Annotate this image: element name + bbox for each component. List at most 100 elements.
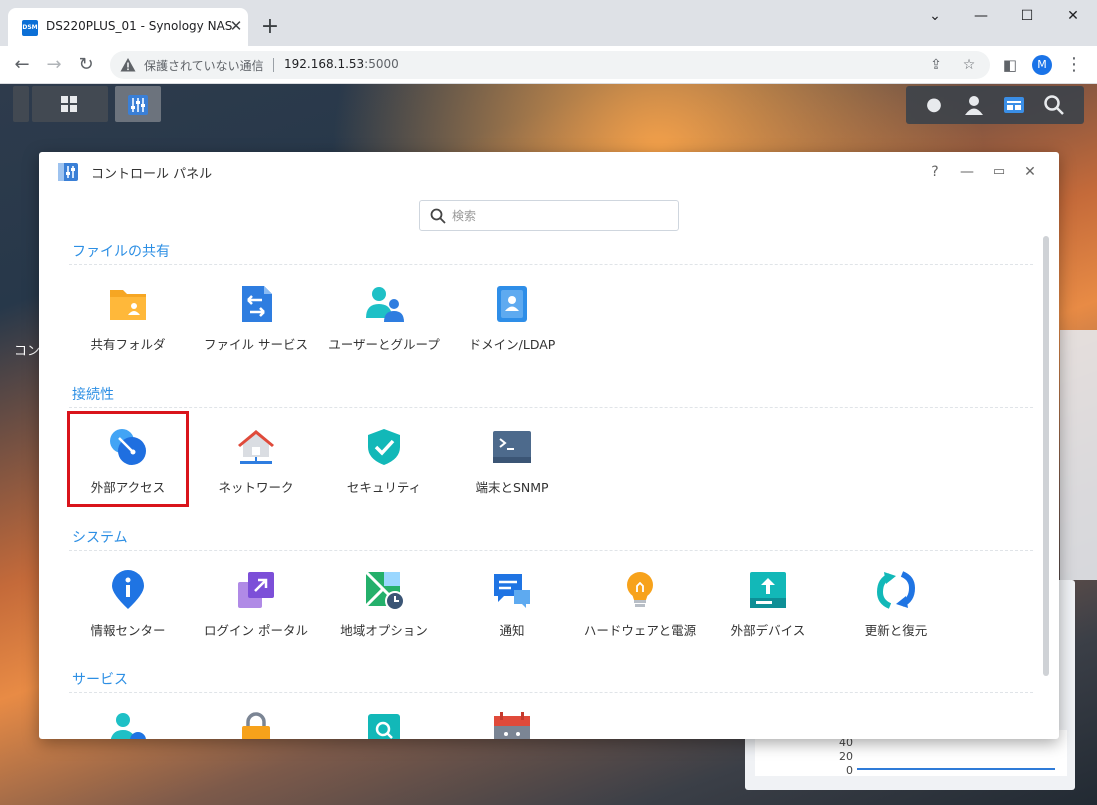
update-arrows-icon [876, 571, 916, 609]
tab-close-icon[interactable]: ✕ [226, 16, 246, 36]
item-file-services[interactable]: ファイル サービス [192, 284, 320, 364]
help-button[interactable]: ? [925, 162, 945, 182]
control-panel-search[interactable] [419, 200, 679, 231]
item-label: ファイル サービス [204, 337, 308, 352]
item-info-center[interactable]: 情報センター [64, 570, 192, 650]
user-icon[interactable] [963, 94, 985, 116]
reload-icon[interactable]: ↻ [74, 53, 98, 77]
item-label: 地域オプション [340, 623, 428, 638]
indexing-search-icon[interactable] [364, 712, 404, 739]
widgets-icon[interactable] [1003, 94, 1025, 116]
side-panel-icon[interactable]: ◧ [998, 53, 1022, 77]
highlight-frame [67, 411, 189, 507]
dsm-favicon-icon: DSM [22, 20, 38, 36]
maximize-window-button[interactable]: ☐ [1012, 6, 1042, 26]
magnifier-icon [1044, 95, 1064, 115]
menu-kebab-icon[interactable]: ⋮ [1062, 53, 1086, 77]
item-label: 更新と復元 [864, 623, 928, 638]
item-label: セキュリティ [346, 480, 422, 495]
section-title-file-sharing: ファイルの共有 [72, 244, 170, 260]
control-panel-titlebar[interactable]: コントロール パネル ? — ▭ ✕ [39, 152, 1059, 192]
url-text[interactable]: 192.168.1.53:5000 [284, 57, 399, 71]
login-portal-icon [238, 572, 274, 608]
window-title: コントロール パネル [91, 167, 213, 182]
url-port: :5000 [364, 57, 399, 71]
control-panel-window: コントロール パネル ? — ▭ ✕ ファイルの共有 共有フォルダ ファイル サ… [39, 152, 1059, 739]
dsm-tray: ● [906, 86, 1084, 124]
main-menu-button[interactable] [32, 86, 108, 122]
item-label: ユーザーとグループ [328, 337, 440, 352]
item-network[interactable]: ネットワーク [192, 427, 320, 507]
shield-check-icon [368, 429, 400, 465]
resource-axis-label: 0 [846, 764, 853, 777]
section-title-services: サービス [72, 672, 128, 688]
widget-panel-icon [1004, 97, 1024, 113]
item-label: ハードウェアと電源 [583, 623, 697, 638]
omnibox-divider [273, 58, 274, 72]
security-status-label[interactable]: 保護されていない通信 [144, 57, 264, 74]
users-groups-icon [366, 287, 404, 322]
item-label: 共有フォルダ [90, 337, 166, 352]
item-domain-ldap[interactable]: ドメイン/LDAP [448, 284, 576, 364]
section-divider [69, 407, 1033, 408]
user-silhouette-icon [965, 96, 983, 115]
item-update-restore[interactable]: 更新と復元 [832, 570, 960, 650]
close-window-button[interactable]: ✕ [1058, 6, 1088, 26]
item-hardware-power[interactable]: ハードウェアと電源 [576, 570, 704, 650]
share-icon[interactable]: ⇪ [926, 55, 946, 75]
item-users-groups[interactable]: ユーザーとグループ [320, 284, 448, 364]
item-label: 情報センター [90, 623, 166, 638]
section-title-system: システム [72, 530, 128, 546]
new-tab-button[interactable]: + [258, 16, 282, 40]
scrollbar[interactable] [1043, 236, 1049, 676]
maximize-button[interactable]: ▭ [989, 162, 1009, 182]
item-notification[interactable]: 通知 [448, 570, 576, 650]
section-divider [69, 550, 1033, 551]
calendar-icon[interactable] [492, 712, 532, 739]
section-divider [69, 264, 1033, 265]
item-shared-folder[interactable]: 共有フォルダ [64, 284, 192, 364]
chat-bubble-icon[interactable]: ● [923, 94, 945, 116]
grid-menu-icon [61, 96, 77, 112]
map-clock-icon [364, 570, 404, 610]
search-input[interactable] [452, 206, 667, 226]
taskbar-edge [13, 86, 29, 122]
domain-ldap-icon [497, 286, 527, 322]
browser-tab[interactable]: DSM DS220PLUS_01 - Synology NAS ✕ [8, 8, 248, 46]
user-account-icon[interactable] [108, 712, 148, 739]
search-icon [430, 208, 446, 224]
warning-triangle-icon[interactable] [120, 57, 136, 73]
browser-tab-bar: DSM DS220PLUS_01 - Synology NAS ✕ + ⌄ — … [0, 0, 1097, 46]
control-panel-icon [58, 163, 78, 181]
side-widget-panel [1060, 330, 1097, 580]
search-icon[interactable] [1043, 94, 1065, 116]
item-external-devices[interactable]: 外部デバイス [704, 570, 832, 650]
minimize-window-button[interactable]: — [966, 6, 996, 26]
resource-chart-line [857, 768, 1055, 770]
profile-avatar[interactable]: M [1032, 55, 1052, 75]
tab-search-chevron-icon[interactable]: ⌄ [920, 6, 950, 26]
minimize-button[interactable]: — [957, 162, 977, 182]
lock-icon[interactable] [236, 712, 276, 739]
info-pin-icon [112, 570, 144, 609]
item-label: ログイン ポータル [204, 623, 308, 638]
item-security[interactable]: セキュリティ [320, 427, 448, 507]
forward-arrow-icon[interactable]: → [42, 53, 66, 77]
omnibox[interactable]: 保護されていない通信 192.168.1.53:5000 ⇪ ☆ [110, 51, 990, 79]
notification-message-icon [494, 574, 530, 608]
item-label: ネットワーク [218, 480, 294, 495]
url-host: 192.168.1.53 [284, 57, 365, 71]
back-arrow-icon[interactable]: ← [10, 53, 34, 77]
close-button[interactable]: ✕ [1020, 162, 1040, 182]
item-label: 端末とSNMP [475, 480, 549, 495]
external-device-icon [750, 572, 786, 608]
taskbar-control-panel-button[interactable] [115, 86, 161, 122]
item-regional-options[interactable]: 地域オプション [320, 570, 448, 650]
item-label: ドメイン/LDAP [468, 337, 556, 352]
resource-axis-label: 20 [839, 750, 853, 763]
item-terminal-snmp[interactable]: 端末とSNMP [448, 427, 576, 507]
control-panel-icon [128, 95, 148, 115]
bookmark-star-icon[interactable]: ☆ [959, 55, 979, 75]
item-login-portal[interactable]: ログイン ポータル [192, 570, 320, 650]
address-bar: ← → ↻ 保護されていない通信 192.168.1.53:5000 ⇪ ☆ ◧… [0, 46, 1097, 84]
